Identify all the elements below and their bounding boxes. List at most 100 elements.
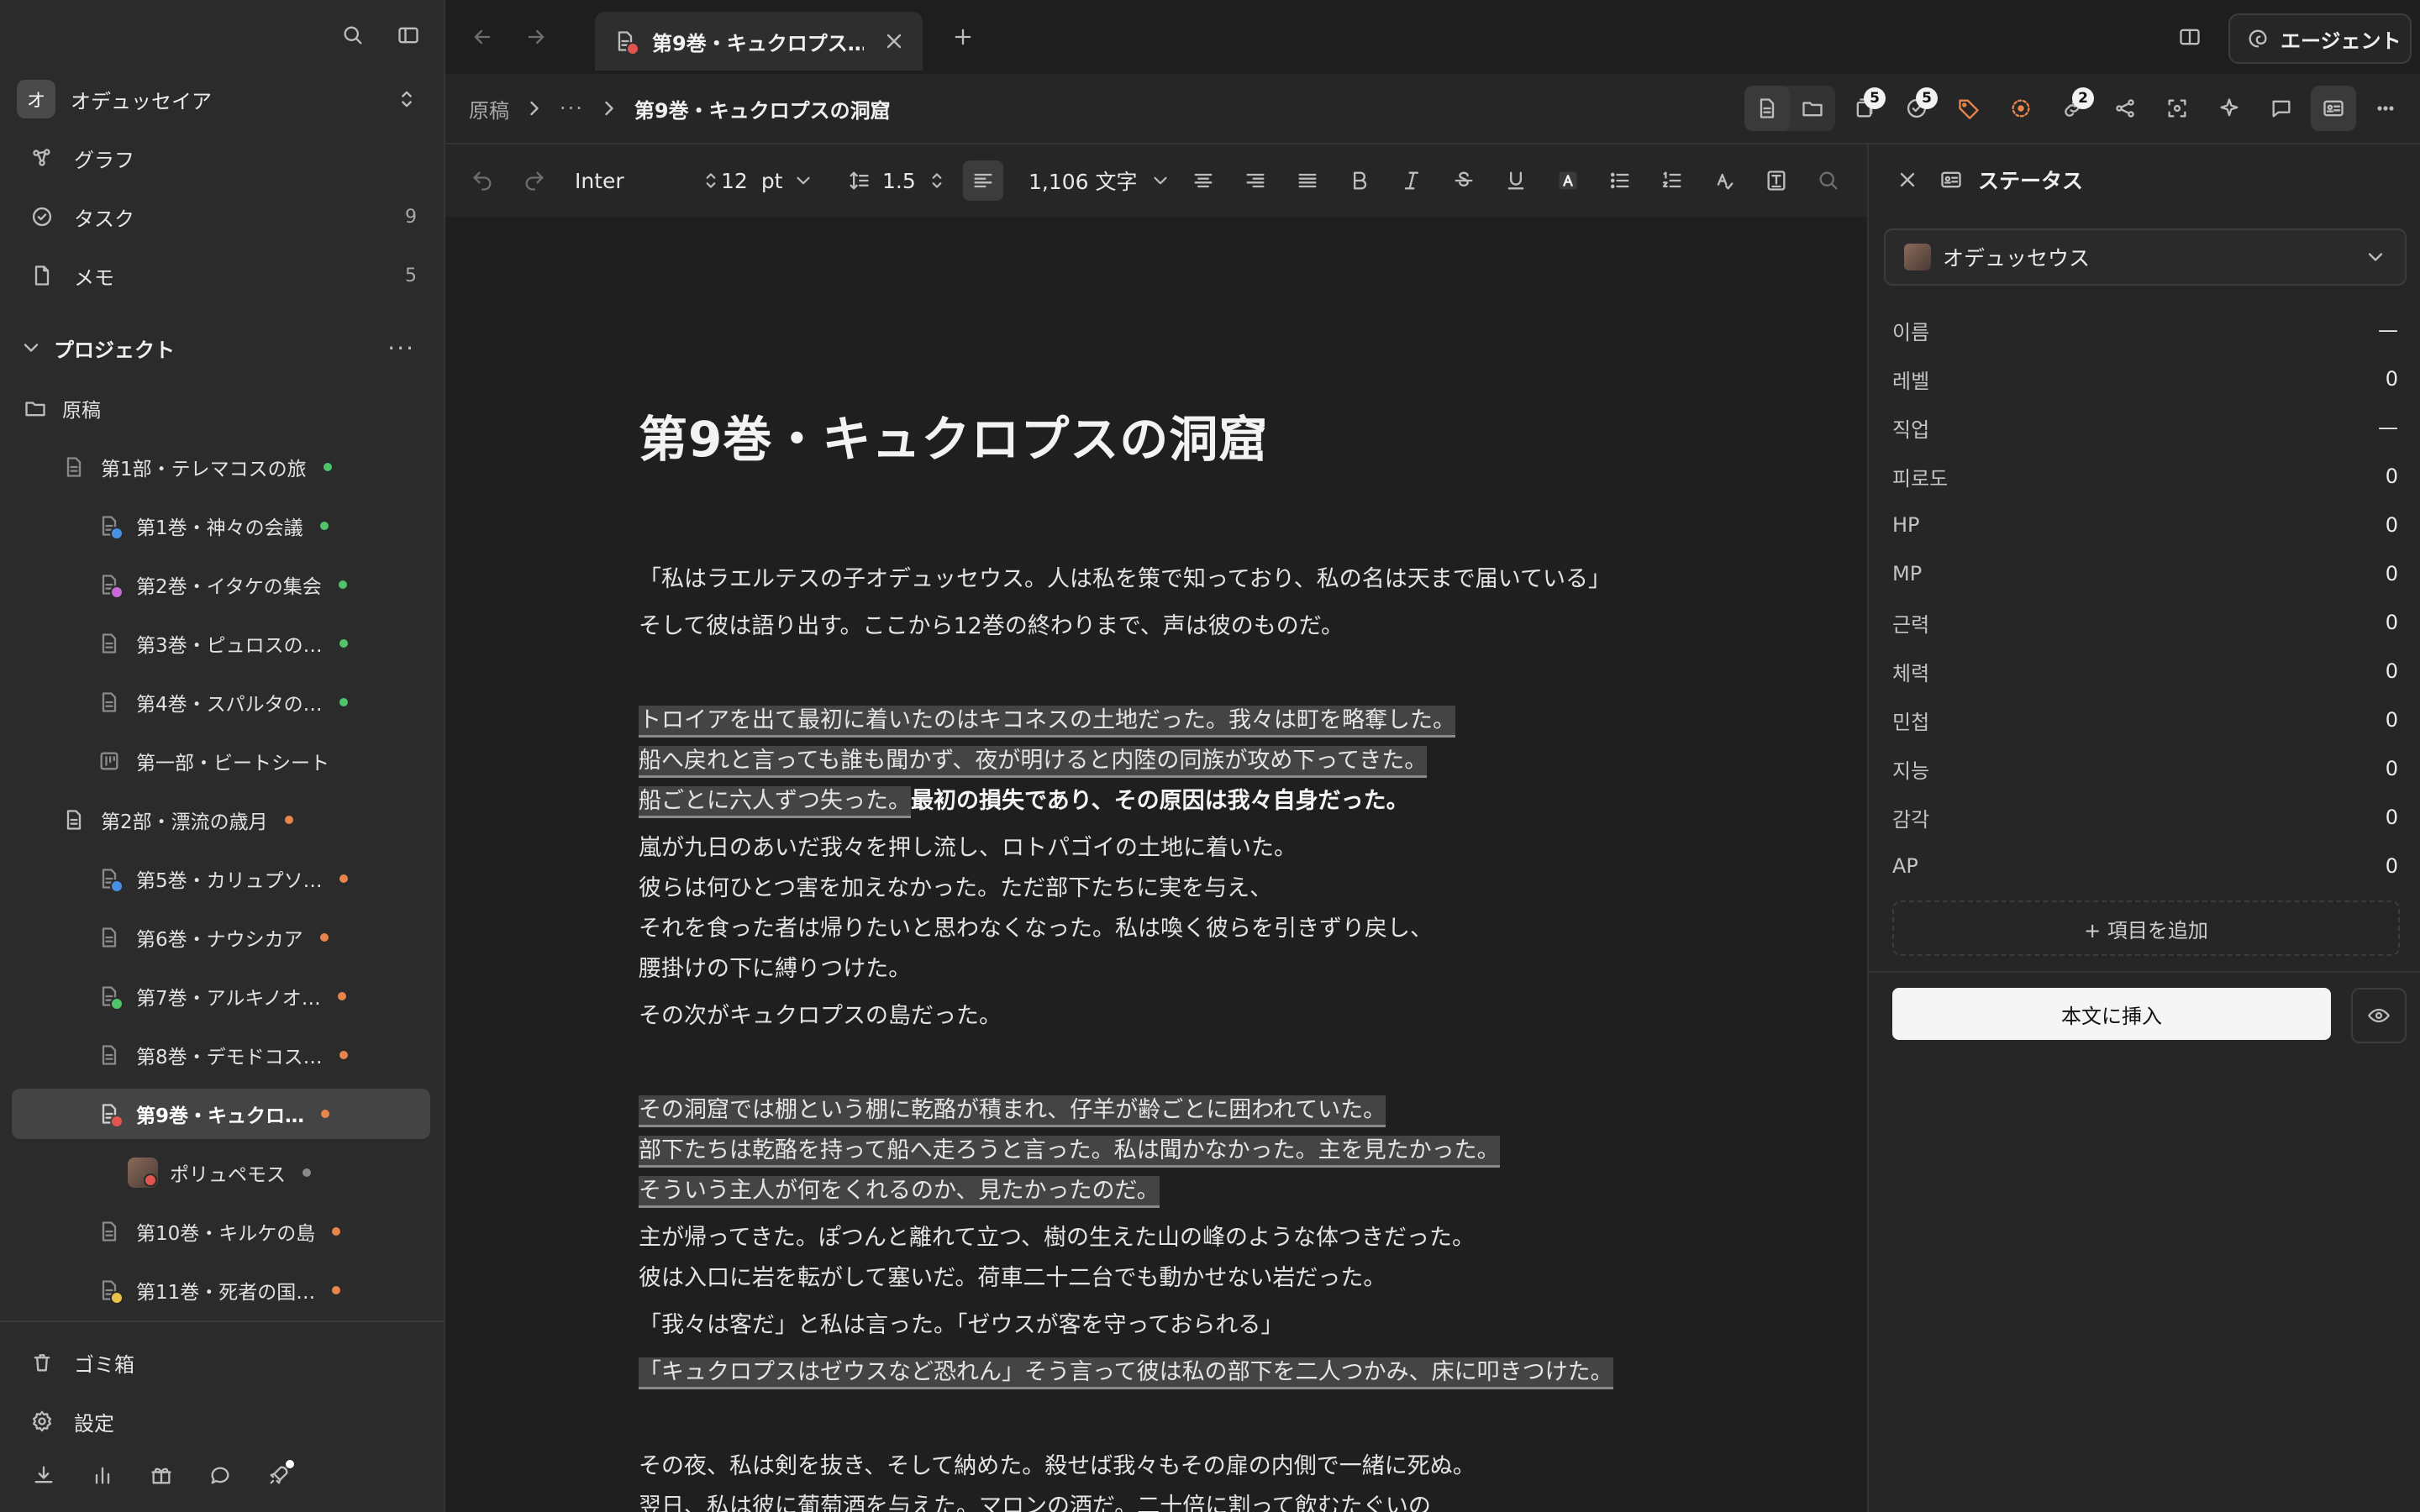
stat-value[interactable]: 0: [2386, 757, 2398, 780]
gift-icon[interactable]: [145, 1458, 178, 1492]
tree-item-part2[interactable]: 第2部・漂流の歳月: [59, 795, 432, 845]
breadcrumb-root[interactable]: 原稿: [469, 94, 509, 123]
paragraph-line[interactable]: 彼は入口に岩を転がして塞いだ。荷車二十二台でも動かせない岩だった。: [639, 1258, 1386, 1299]
tree-item-folder[interactable]: 原稿: [20, 383, 432, 433]
align-justify-icon[interactable]: [1287, 160, 1328, 201]
focus-icon[interactable]: [2154, 86, 2200, 131]
close-icon[interactable]: [879, 26, 909, 56]
nav-item-tasks[interactable]: タスク 9: [12, 192, 432, 242]
stat-row[interactable]: 피로도 0: [1892, 452, 2398, 501]
folder-view-icon[interactable]: [1790, 86, 1835, 131]
nav-item-memo[interactable]: メモ 5: [12, 250, 432, 301]
nav-item-trash[interactable]: ゴミ箱: [12, 1337, 432, 1388]
stat-row[interactable]: HP 0: [1892, 501, 2398, 549]
comment-icon[interactable]: [2259, 86, 2304, 131]
connections-icon[interactable]: [2102, 86, 2148, 131]
paragraph-line[interactable]: 「我々は客だ」と私は言った。「ゼウスが客を守っておられる」: [639, 1305, 1283, 1346]
align-center-icon[interactable]: [1183, 160, 1223, 201]
status-ring-icon[interactable]: [1998, 86, 2044, 131]
tree-item-polyphemus[interactable]: ポリュペモス: [128, 1147, 432, 1198]
paragraph-line[interactable]: 彼らは何ひとつ害を加えなかった。ただ部下たちに実を与え、: [639, 869, 1272, 909]
stat-value[interactable]: 0: [2386, 562, 2398, 585]
add-item-button[interactable]: + 項目を追加: [1892, 900, 2400, 956]
tree-item-book7[interactable]: 第7巻・アルキノオ…: [94, 971, 432, 1021]
tree-item-book8[interactable]: 第8巻・デモドコス…: [94, 1030, 432, 1080]
tasks-icon[interactable]: 5: [1894, 86, 1939, 131]
link-icon[interactable]: 2: [2050, 86, 2096, 131]
stat-row[interactable]: 감각 0: [1892, 793, 2398, 842]
chart-icon[interactable]: [86, 1458, 119, 1492]
paragraph-line[interactable]: 翌日、私は彼に葡萄酒を与えた。マロンの酒だ。二十倍に割って飲むたぐいの: [639, 1487, 1431, 1512]
tree-item-book5[interactable]: 第5巻・カリュプソ…: [94, 853, 432, 904]
stat-row[interactable]: 지능 0: [1892, 744, 2398, 793]
paragraph-line[interactable]: その洞窟では棚という棚に乾酪が積まれ、仔羊が齢ごとに囲われていた。: [639, 1090, 1386, 1131]
paragraph-line[interactable]: 腰掛けの下に縛りつけた。: [639, 949, 911, 990]
bold-icon[interactable]: [1339, 160, 1380, 201]
sparkle-icon[interactable]: [2207, 86, 2252, 131]
tree-item-book3[interactable]: 第3巻・ピュロスの…: [94, 618, 432, 669]
tree-item-book10[interactable]: 第10巻・キルケの島: [94, 1206, 432, 1257]
nav-item-graph[interactable]: グラフ: [12, 133, 432, 183]
redo-icon[interactable]: [514, 160, 555, 201]
paragraph-line[interactable]: そして彼は語り出す。ここから12巻の終わりまで、声は彼のものだ。: [639, 606, 1344, 647]
stat-value[interactable]: —: [2378, 416, 2398, 439]
chat-icon[interactable]: [203, 1458, 237, 1492]
split-view-icon[interactable]: [2171, 18, 2208, 55]
bullet-list-icon[interactable]: [1600, 160, 1640, 201]
page-format-icon[interactable]: [1756, 160, 1797, 201]
stat-row[interactable]: 직업 —: [1892, 403, 2398, 452]
sidebar-toggle-icon[interactable]: [390, 17, 427, 54]
undo-icon[interactable]: [462, 160, 502, 201]
paragraph-line[interactable]: その夜、私は剣を抜き、そして納めた。殺せば我々もその扉の内側で一緒に死ぬ。: [639, 1446, 1476, 1487]
tree-item-book2[interactable]: 第2巻・イタケの集会: [94, 559, 432, 610]
stat-value[interactable]: 0: [2386, 611, 2398, 634]
stat-value[interactable]: 0: [2386, 659, 2398, 683]
more-icon[interactable]: ···: [387, 334, 415, 362]
tree-item-beatsheet[interactable]: 第一部・ビートシート: [94, 736, 432, 786]
stat-row[interactable]: 민첩 0: [1892, 696, 2398, 744]
stat-value[interactable]: 0: [2386, 367, 2398, 391]
stat-value[interactable]: 0: [2386, 513, 2398, 537]
agent-button[interactable]: エージェント: [2228, 13, 2412, 64]
tree-item-book9[interactable]: 第9巻・キュクロ…: [12, 1089, 430, 1139]
clear-format-icon[interactable]: [1704, 160, 1744, 201]
tree-item-book4[interactable]: 第4巻・スパルタの…: [94, 677, 432, 727]
download-icon[interactable]: [27, 1458, 60, 1492]
paragraph-line[interactable]: その次がキュクロプスの島だった。: [639, 996, 1002, 1037]
stat-value[interactable]: 0: [2386, 806, 2398, 829]
document-title[interactable]: 第9巻・キュクロプスの洞窟: [639, 400, 1268, 470]
workspace-switcher[interactable]: オ オデュッセイア: [17, 80, 420, 118]
character-select[interactable]: オデュッセウス: [1884, 228, 2407, 286]
font-family-select[interactable]: Inter: [575, 144, 722, 217]
more-horizontal-icon[interactable]: [2363, 86, 2408, 131]
paragraph-line[interactable]: 「キュクロプスはゼウスなど恐れん」そう言って彼は私の部下を二人つかみ、床に叩きつ…: [639, 1352, 1613, 1393]
paragraph-line[interactable]: 船へ戻れと言っても誰も聞かず、夜が明けると内陸の同族が攻め下ってきた。: [639, 741, 1428, 781]
align-left-icon[interactable]: [963, 160, 1003, 201]
tree-item-part1[interactable]: 第1部・テレマコスの旅: [59, 442, 432, 492]
search-icon[interactable]: [334, 17, 371, 54]
paragraph-line[interactable]: 主が帰ってきた。ぽつんと離れて立つ、樹の生えた山の峰のような体つきだった。: [639, 1218, 1475, 1258]
paragraph-line[interactable]: 船ごとに六人ずつ失った。最初の損失であり、その原因は我々自身だった。: [639, 781, 1409, 822]
stat-row[interactable]: 근력 0: [1892, 598, 2398, 647]
paragraph-line[interactable]: そういう主人が何をくれるのか、見たかったのだ。: [639, 1171, 1160, 1211]
paragraph-line[interactable]: 部下たちは乾酪を持って船へ走ろうと言った。私は聞かなかった。主を見たかった。: [639, 1131, 1500, 1171]
font-size-select[interactable]: 12 pt: [721, 144, 814, 217]
numbered-list-icon[interactable]: [1652, 160, 1692, 201]
stat-value[interactable]: 0: [2386, 708, 2398, 732]
stat-row[interactable]: 체력 0: [1892, 647, 2398, 696]
stat-row[interactable]: AP 0: [1892, 842, 2398, 890]
paragraph-line[interactable]: それを食った者は帰りたいと思わなくなった。私は喚く彼らを引きずり戻し、: [639, 909, 1433, 949]
tree-item-book6[interactable]: 第6巻・ナウシカア: [94, 912, 432, 963]
tab-active-document[interactable]: 第9巻・キュクロプス…: [595, 12, 923, 71]
close-icon[interactable]: [1892, 165, 1923, 195]
back-arrow-icon[interactable]: [464, 18, 501, 55]
paragraph-line[interactable]: 嵐が九日のあいだ我々を押し流し、ロトパゴイの土地に着いた。: [639, 828, 1297, 869]
editor-canvas[interactable]: 第9巻・キュクロプスの洞窟 「私はラエルテスの子オデュッセウス。人は私を策で知っ…: [445, 217, 1867, 1512]
insert-into-body-button[interactable]: 本文に挿入: [1892, 988, 2331, 1040]
linked-docs-icon[interactable]: 5: [1842, 86, 1887, 131]
line-height-select[interactable]: 1.5: [844, 144, 948, 217]
italic-icon[interactable]: [1392, 160, 1432, 201]
breadcrumb-ellipsis[interactable]: ···: [560, 97, 584, 120]
align-right-icon[interactable]: [1235, 160, 1276, 201]
word-count-select[interactable]: 1,106 文字: [1028, 144, 1171, 217]
